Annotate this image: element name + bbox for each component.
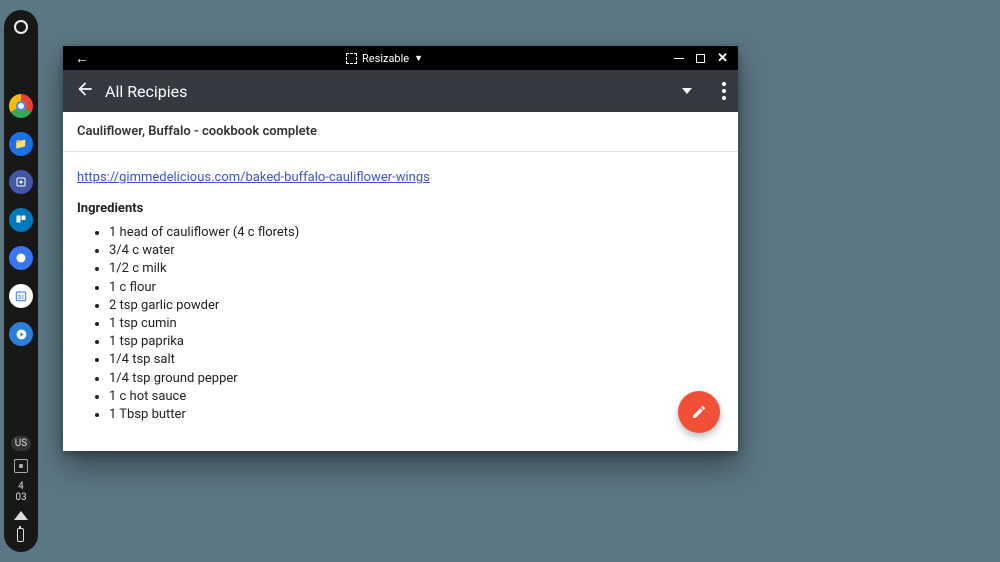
chevron-down-icon: ▼ [414,53,423,64]
recipe-content[interactable]: https://gimmedelicious.com/baked-buffalo… [63,152,738,451]
chrome-os-shelf: 31 US 4 03 [4,10,38,552]
clock-hour: 4 [15,481,26,492]
battery-icon[interactable] [17,528,24,542]
edit-icon [691,404,707,420]
list-item: 1 Tbsp butter [109,406,724,424]
maximize-button[interactable] [696,54,705,63]
close-button[interactable]: ✕ [717,50,728,66]
titlebar-label: Resizable [362,52,409,65]
ingredients-list: 1 head of cauliflower (4 c florets) 3/4 … [77,224,724,424]
list-item: 1/4 tsp salt [109,351,724,369]
list-item: 1 head of cauliflower (4 c florets) [109,224,724,242]
titlebar-back-icon[interactable]: ← [69,50,95,67]
trello-icon[interactable] [9,208,33,232]
music-icon[interactable] [9,322,33,346]
more-menu-button[interactable] [720,76,728,106]
launcher-icon[interactable] [14,20,28,34]
clock[interactable]: 4 03 [15,481,26,503]
recipe-title: Cauliflower, Buffalo - cookbook complete [63,112,738,152]
list-item: 3/4 c water [109,242,724,260]
window-controls: ✕ [674,50,732,66]
list-item: 1/2 c milk [109,260,724,278]
shelf-app-icons: 31 [9,94,33,436]
minimize-button[interactable] [674,58,684,59]
list-item: 1 tsp paprika [109,333,724,351]
instructions-heading: Instructions [77,448,724,451]
wifi-icon[interactable] [14,511,28,520]
list-item: 2 tsp garlic powder [109,297,724,315]
back-button[interactable] [73,79,105,103]
svg-text:31: 31 [18,295,25,301]
list-item: 1 c flour [109,279,724,297]
list-item: 1 c hot sauce [109,388,724,406]
shelf-status-tray[interactable]: US 4 03 [11,436,31,542]
notification-icon[interactable] [14,459,28,473]
app-icon[interactable] [9,170,33,194]
app-window: ← Resizable ▼ ✕ All Recipies Cauliflower… [63,46,738,451]
list-item: 1 tsp cumin [109,315,724,333]
ingredients-heading: Ingredients [77,201,724,216]
recipe-source-link[interactable]: https://gimmedelicious.com/baked-buffalo… [77,170,430,185]
calendar-icon[interactable]: 31 [9,284,33,308]
chat-icon[interactable] [9,246,33,270]
resize-icon [346,53,357,64]
ime-indicator[interactable]: US [11,436,31,451]
action-bar-title: All Recipies [105,82,682,101]
files-icon[interactable] [9,132,33,156]
edit-fab[interactable] [678,391,720,433]
clock-minute: 03 [15,492,26,503]
filter-dropdown-icon[interactable] [682,88,692,94]
list-item: 1/4 tsp ground pepper [109,370,724,388]
app-action-bar: All Recipies [63,70,738,112]
chrome-icon[interactable] [9,94,33,118]
window-titlebar[interactable]: ← Resizable ▼ ✕ [63,46,738,70]
titlebar-center[interactable]: Resizable ▼ [95,52,674,65]
